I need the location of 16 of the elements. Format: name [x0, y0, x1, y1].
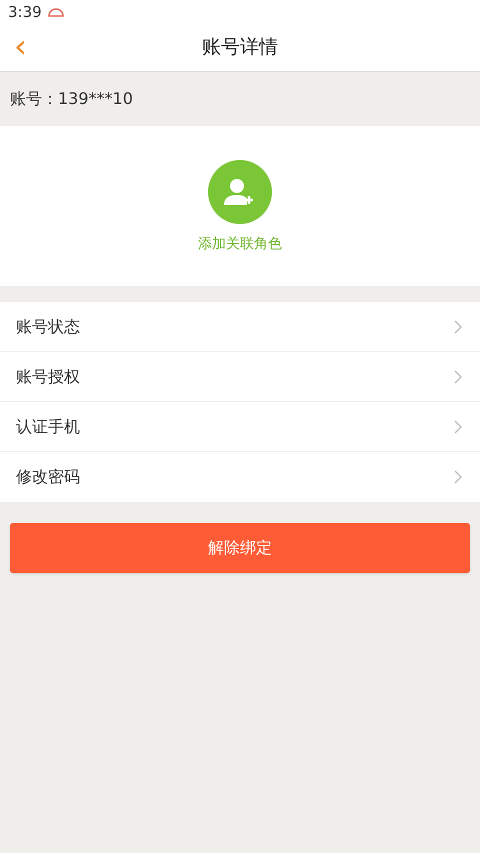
chevron-right-icon [454, 320, 462, 334]
status-time: 3:39 [8, 2, 42, 23]
menu-item[interactable]: 认证手机 [0, 402, 480, 452]
menu-label: 修改密码 [16, 466, 80, 488]
page-title: 账号详情 [202, 35, 278, 60]
menu-item[interactable]: 账号授权 [0, 352, 480, 402]
chevron-right-icon [454, 370, 462, 384]
menu-label: 认证手机 [16, 416, 80, 438]
menu-item[interactable]: 账号状态 [0, 302, 480, 352]
chevron-right-icon [454, 470, 462, 484]
chevron-right-icon [454, 420, 462, 434]
menu-label: 账号状态 [16, 316, 80, 338]
notification-icon [48, 7, 64, 17]
account-number: 账号：139***10 [10, 88, 133, 110]
menu-item[interactable]: 修改密码 [0, 452, 480, 502]
menu-label: 账号授权 [16, 366, 80, 388]
